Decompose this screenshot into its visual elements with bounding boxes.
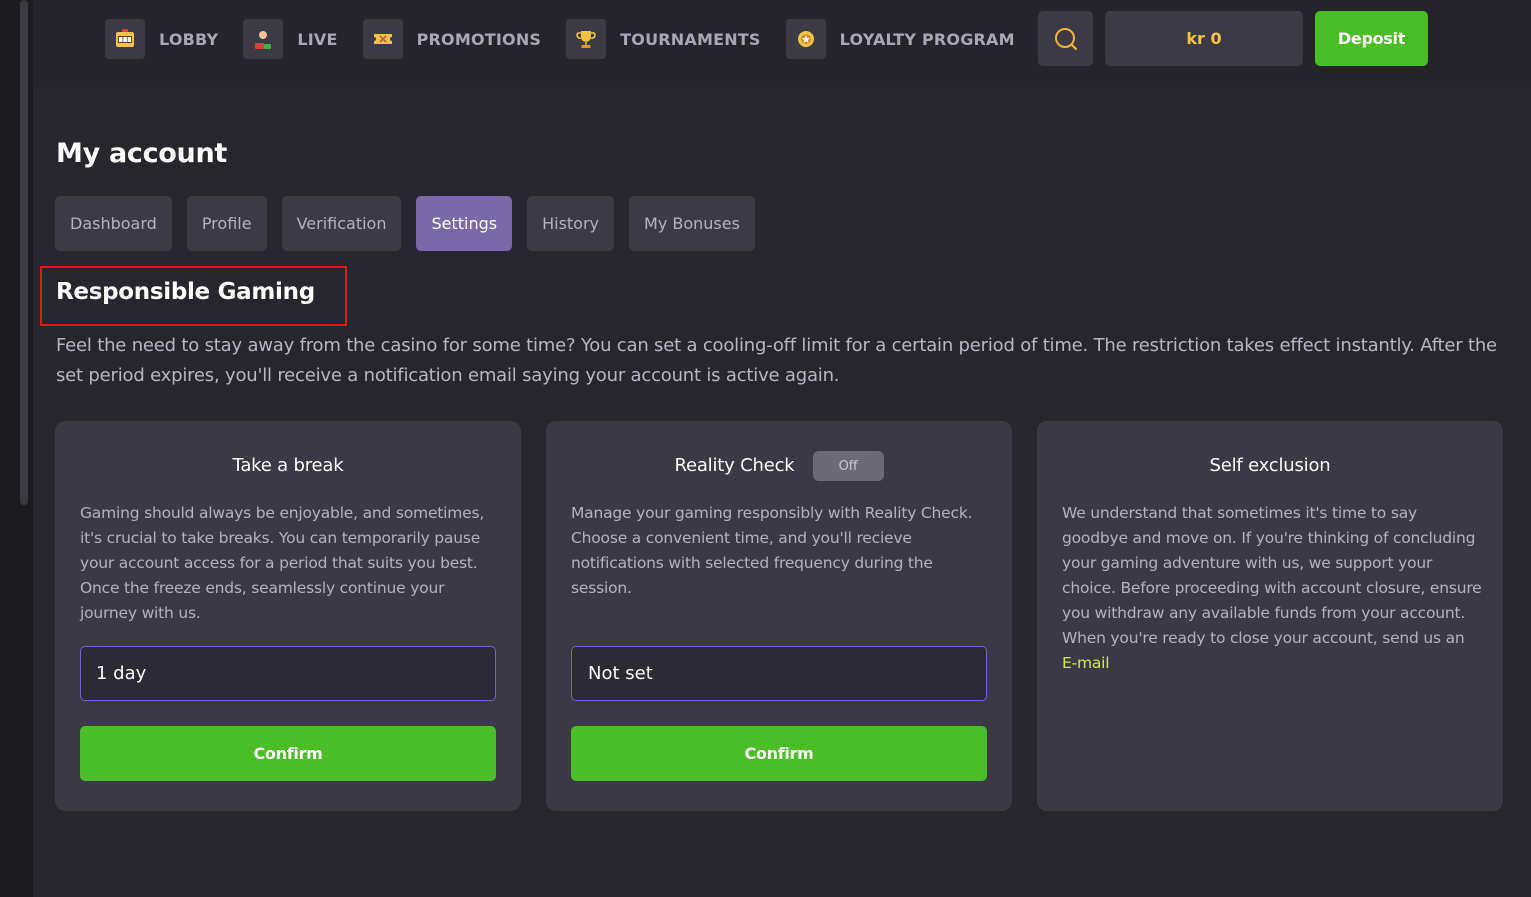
tab-history[interactable]: History [527,196,615,251]
break-confirm-button[interactable]: Confirm [80,726,496,781]
loyalty-badge-icon [785,19,826,59]
live-dealer-icon [243,19,284,59]
deposit-button[interactable]: Deposit [1315,11,1428,66]
tab-settings[interactable]: Settings [416,196,513,251]
card-text: Gaming should always be enjoyable, and s… [80,504,485,622]
scrollbar[interactable] [20,0,28,505]
nav-label: LOYALTY PROGRAM [839,29,1015,49]
ticket-icon [362,19,403,59]
tab-my-bonuses[interactable]: My Bonuses [629,196,755,251]
section-intro: Feel the need to stay away from the casi… [56,335,1497,386]
nav-item-tournaments[interactable]: TOURNAMENTS [566,19,760,59]
card-text-close: When you're ready to close your account,… [1062,626,1482,676]
top-bar: LOBBY LIVE PROMOTIONS TOURNAMENTS LOYALT… [33,0,1531,86]
reality-frequency-select[interactable]: Not set [571,646,987,701]
nav-item-promotions[interactable]: PROMOTIONS [362,19,542,59]
trophy-icon [566,19,607,59]
email-link[interactable]: E-mail [1062,654,1110,672]
tab-dashboard[interactable]: Dashboard [55,196,172,251]
tab-verification[interactable]: Verification [281,196,402,251]
card-title-row: Reality Check Off [546,451,1012,481]
nav-label: TOURNAMENTS [620,29,761,49]
card-text: We understand that sometimes it's time t… [1062,504,1482,622]
account-tabs: Dashboard Profile Verification Settings … [55,196,770,251]
nav-item-loyalty-program[interactable]: LOYALTY PROGRAM [785,19,1015,59]
take-a-break-card: Take a break Gaming should always be enj… [55,421,521,811]
reality-check-card: Reality Check Off Manage your gaming resp… [546,421,1012,811]
section-title: Responsible Gaming [56,279,315,305]
main-nav: LOBBY LIVE PROMOTIONS TOURNAMENTS LOYALT… [105,19,1040,59]
search-button[interactable] [1038,11,1093,66]
close-account-text: When you're ready to close your account,… [1062,629,1465,647]
left-rail [0,0,33,897]
card-text: Manage your gaming responsibly with Real… [571,504,973,597]
nav-item-live[interactable]: LIVE [243,19,337,59]
self-exclusion-card: Self exclusion We understand that someti… [1037,421,1503,811]
reality-confirm-button[interactable]: Confirm [571,726,987,781]
nav-label: LOBBY [159,29,219,49]
break-period-select[interactable]: 1 day [80,646,496,701]
reality-check-toggle[interactable]: Off [812,451,884,481]
page-title: My account [56,138,227,169]
nav-label: PROMOTIONS [416,29,542,49]
card-title: Reality Check [674,455,795,476]
nav-item-lobby[interactable]: LOBBY [105,19,218,59]
card-text-block: We understand that sometimes it's time t… [1062,501,1482,676]
tab-profile[interactable]: Profile [186,196,267,251]
nav-label: LIVE [297,29,338,49]
card-title: Take a break [232,455,344,476]
card-title: Self exclusion [1209,455,1331,476]
balance-display[interactable]: kr 0 [1105,11,1303,66]
search-icon [1054,27,1077,50]
slot-machine-icon [105,19,145,59]
